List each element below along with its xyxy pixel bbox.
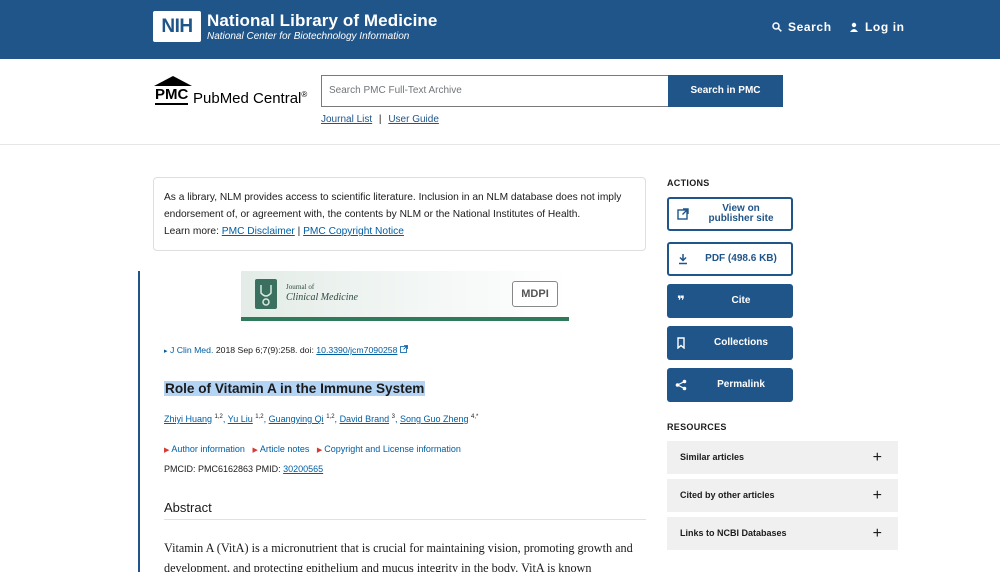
actions-heading: ACTIONS	[667, 178, 710, 188]
pmc-search-input[interactable]: Search PMC Full-Text Archive	[321, 75, 668, 107]
resource-label: Links to NCBI Databases	[680, 528, 787, 538]
view-publisher-label: View on publisher site	[708, 203, 774, 224]
resource-label: Cited by other articles	[680, 490, 775, 500]
caret-right-icon: ▶	[252, 447, 258, 454]
learn-more-label: Learn more:	[164, 226, 219, 237]
article-ids: PMCID: PMC6162863 PMID: 30200565	[164, 464, 323, 474]
abstract-divider	[164, 519, 646, 520]
journal-list-link[interactable]: Journal List	[321, 114, 372, 125]
login-label: Log in	[865, 20, 905, 34]
author-link[interactable]: Guangying Qi	[269, 414, 324, 424]
author-link[interactable]: Zhiyi Huang	[164, 414, 212, 424]
permalink-label: Permalink	[717, 379, 765, 390]
nih-header: NIH National Library of Medicine Nationa…	[0, 0, 1000, 59]
user-icon	[850, 22, 858, 32]
author-affiliation: 1,2	[326, 414, 335, 420]
author-affiliation: 1,2	[214, 414, 223, 420]
search-icon	[772, 22, 782, 32]
disclaimer-text: As a library, NLM provides access to sci…	[164, 192, 622, 220]
nlm-disclaimer: As a library, NLM provides access to sci…	[153, 177, 646, 251]
search-in-pmc-button[interactable]: Search in PMC	[668, 75, 783, 107]
author-affiliation: 4,*	[471, 414, 479, 420]
author-link[interactable]: Yu Liu	[228, 414, 253, 424]
abstract-text: Vitamin A (VitA) is a micronutrient that…	[164, 541, 633, 572]
resources-heading: RESOURCES	[667, 422, 727, 432]
quote-icon: ❞	[677, 293, 685, 309]
article-notes-toggle[interactable]: ▶ Article notes	[252, 444, 309, 454]
journal-link[interactable]: J Clin Med.	[170, 345, 213, 355]
download-icon	[677, 253, 689, 265]
resource-label: Similar articles	[680, 452, 745, 462]
author-affiliation: 3	[391, 414, 395, 420]
user-guide-link[interactable]: User Guide	[388, 114, 439, 125]
stethoscope-icon	[255, 279, 277, 309]
pmc-logo-abbrev: PMC	[155, 86, 189, 105]
similar-articles-toggle[interactable]: Similar articles +	[667, 441, 898, 474]
pmid-label: PMID:	[255, 464, 281, 474]
article-info-links: ▶ Author information ▶ Article notes ▶ Copy…	[164, 444, 466, 454]
author-list: Zhiyi Huang 1,2, Yu Liu 1,2, Guangying Q…	[164, 414, 479, 424]
caret-right-icon: ▶	[316, 447, 323, 454]
collections-label: Collections	[714, 337, 768, 348]
pmcid-value: PMC6162863	[198, 464, 254, 474]
author-information-toggle[interactable]: ▶ Author information	[164, 444, 245, 454]
citation-details: 2018 Sep 6;7(9):258. doi:	[215, 345, 314, 355]
citation-line: ▸ J Clin Med. 2018 Sep 6;7(9):258. doi: …	[164, 345, 408, 355]
nih-title[interactable]: National Library of Medicine	[207, 11, 437, 31]
external-link-icon	[399, 345, 408, 353]
doi-link[interactable]: 10.3390/jcm7090258	[316, 345, 397, 355]
login-button[interactable]: Log in	[849, 20, 905, 34]
header-search-label: Search	[788, 20, 832, 34]
plus-icon: +	[872, 525, 882, 542]
pmid-link[interactable]: 30200565	[283, 464, 323, 474]
article-title: Role of Vitamin A in the Immune System	[164, 381, 426, 396]
plus-icon: +	[872, 449, 882, 466]
nih-subtitle: National Center for Biotechnology Inform…	[207, 31, 410, 42]
journal-banner[interactable]: Journal of Clinical Medicine MDPI	[241, 271, 569, 321]
plus-icon: +	[872, 487, 882, 504]
pmc-copyright-link[interactable]: PMC Copyright Notice	[303, 226, 404, 237]
bookmark-icon	[675, 337, 687, 349]
article-left-rule	[138, 271, 140, 572]
pdf-label: PDF (498.6 KB)	[705, 253, 777, 264]
pmc-logo[interactable]: PMC PubMed Central®	[153, 75, 313, 107]
caret-right-icon: ▶	[164, 447, 170, 454]
header-search-button[interactable]: Search	[772, 20, 832, 34]
ncbi-links-toggle[interactable]: Links to NCBI Databases +	[667, 517, 898, 550]
share-icon	[675, 379, 687, 391]
copyright-license-toggle[interactable]: ▶ Copyright and License information	[317, 444, 461, 454]
external-link-icon	[677, 208, 689, 220]
pmc-logo-name: PubMed Central®	[193, 90, 308, 107]
cited-by-toggle[interactable]: Cited by other articles +	[667, 479, 898, 512]
caret-right-icon: ▸	[164, 348, 168, 355]
disclaimer-separator: |	[297, 226, 301, 237]
pdf-download-button[interactable]: PDF (498.6 KB)	[667, 242, 793, 276]
pmc-disclaimer-link[interactable]: PMC Disclaimer	[222, 226, 295, 237]
link-separator: |	[378, 114, 382, 125]
nih-logo[interactable]: NIH	[153, 11, 201, 42]
permalink-button[interactable]: Permalink	[667, 368, 793, 402]
pmcid-label: PMCID:	[164, 464, 196, 474]
author-link[interactable]: David Brand	[340, 414, 390, 424]
cite-label: Cite	[731, 295, 751, 306]
abstract-heading: Abstract	[164, 500, 212, 515]
collections-button[interactable]: Collections	[667, 326, 793, 360]
pmc-header: PMC PubMed Central® Search PMC Full-Text…	[0, 59, 1000, 145]
pmc-sub-links: Journal List | User Guide	[321, 114, 439, 125]
journal-name-line1: Journal of	[286, 283, 315, 291]
view-publisher-button[interactable]: View on publisher site	[667, 197, 793, 231]
author-link[interactable]: Song Guo Zheng	[400, 414, 469, 424]
author-affiliation: 1,2	[255, 414, 264, 420]
mdpi-logo: MDPI	[512, 281, 558, 307]
journal-name-line2: Clinical Medicine	[286, 292, 358, 303]
cite-button[interactable]: ❞ Cite	[667, 284, 793, 318]
